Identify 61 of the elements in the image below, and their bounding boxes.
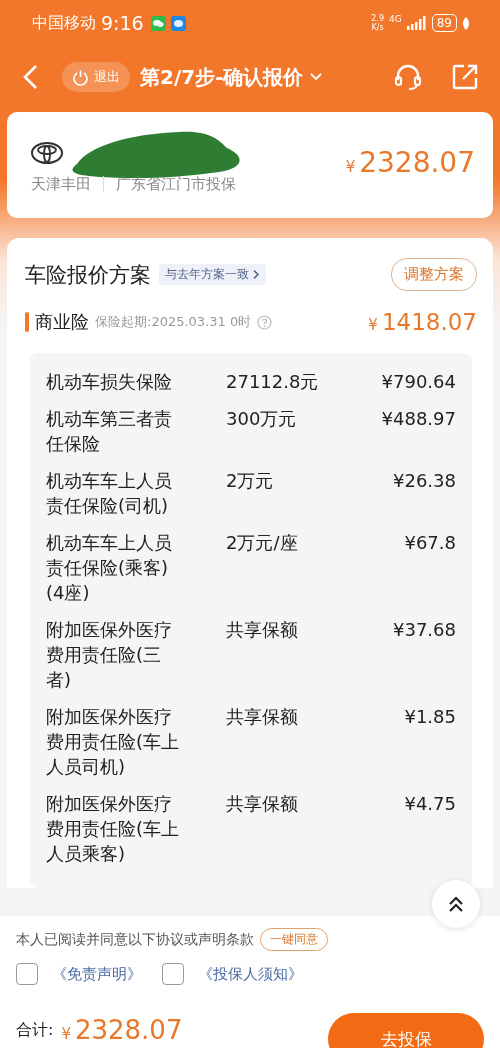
checkbox[interactable]: [162, 963, 184, 985]
clock-time: 9:16: [101, 12, 144, 34]
coverage-name: 附加医保外医疗费用责任险(车上人员司机): [46, 705, 181, 779]
coverage-amount: 27112.8元: [226, 370, 320, 394]
coverage-premium: ¥4.75: [403, 792, 456, 816]
submit-button[interactable]: 去投保: [328, 1013, 484, 1048]
chevron-down-icon: [309, 72, 324, 82]
network-speed: 2.9 K/s: [371, 14, 384, 32]
chevron-right-icon: [252, 269, 260, 280]
section-price: ¥ 1418.07: [368, 309, 477, 335]
checkbox[interactable]: [16, 963, 38, 985]
coverage-amount: 2万元/座: [226, 531, 299, 555]
agreement-text: 本人已阅读并同意以下协议或声明条款: [16, 930, 254, 949]
chat-app-icon: [150, 15, 166, 31]
coverage-amount: 300万元: [226, 407, 298, 431]
plan-title: 车险报价方案: [25, 261, 151, 289]
signal-icon: [406, 16, 427, 30]
car-price: ¥2328.07: [345, 145, 475, 179]
step-title-dropdown[interactable]: 第2/7步-确认报价: [140, 63, 324, 91]
section-marker: [25, 312, 29, 332]
network-type: 4G: [389, 14, 402, 24]
exit-button[interactable]: 退出: [62, 62, 130, 92]
help-icon[interactable]: [257, 314, 273, 330]
coverage-name: 机动车损失保险: [46, 370, 173, 394]
coverage-amount: 共享保额: [226, 618, 299, 642]
adjust-plan-button[interactable]: 调整方案: [391, 258, 477, 291]
message-app-icon: [170, 15, 186, 31]
share-icon[interactable]: [452, 64, 478, 90]
coverage-premium: ¥1.85: [403, 705, 456, 729]
scroll-top-button[interactable]: [432, 880, 480, 928]
document-link[interactable]: 《免责声明》: [52, 964, 142, 984]
insure-region: 广东省江门市投保: [116, 174, 236, 194]
total-price: ¥2328.07: [61, 1015, 183, 1045]
power-icon: [72, 68, 89, 86]
document-link[interactable]: 《投保人须知》: [198, 964, 303, 984]
car-brand: 天津丰田: [31, 174, 91, 194]
section-title: 商业险: [35, 310, 89, 334]
coverage-premium: ¥37.68: [392, 618, 456, 642]
car-logo-icon: [31, 141, 63, 164]
coverage-amount: 2万元: [226, 469, 275, 493]
coverage-premium: ¥26.38: [392, 469, 456, 493]
start-date: 保险起期:2025.03.31 0时: [95, 313, 252, 331]
coverage-name: 机动车第三者责任保险: [46, 407, 173, 456]
same-plan-tag[interactable]: 与去年方案一致: [159, 264, 266, 285]
back-icon[interactable]: [22, 64, 38, 90]
double-chevron-up-icon: [448, 895, 464, 913]
leaf-icon: [462, 16, 470, 30]
carrier-text: 中国移动: [32, 12, 96, 34]
coverage-amount: 共享保额: [226, 792, 299, 816]
coverage-amount: 共享保额: [226, 705, 299, 729]
coverage-name: 机动车车上人员责任保险(乘客) (4座): [46, 531, 173, 605]
coverage-name: 附加医保外医疗费用责任险(三者): [46, 618, 173, 692]
headset-icon[interactable]: [394, 63, 422, 91]
coverage-premium: ¥790.64: [380, 370, 456, 394]
total-label: 合计:: [16, 1019, 54, 1041]
coverage-premium: ¥67.8: [403, 531, 456, 555]
coverage-premium: ¥488.97: [380, 407, 456, 431]
battery-level: 89: [431, 14, 457, 32]
agree-all-button[interactable]: 一键同意: [260, 928, 328, 951]
coverage-name: 机动车车上人员责任保险(司机): [46, 469, 173, 518]
coverage-name: 附加医保外医疗费用责任险(车上人员乘客): [46, 792, 181, 866]
